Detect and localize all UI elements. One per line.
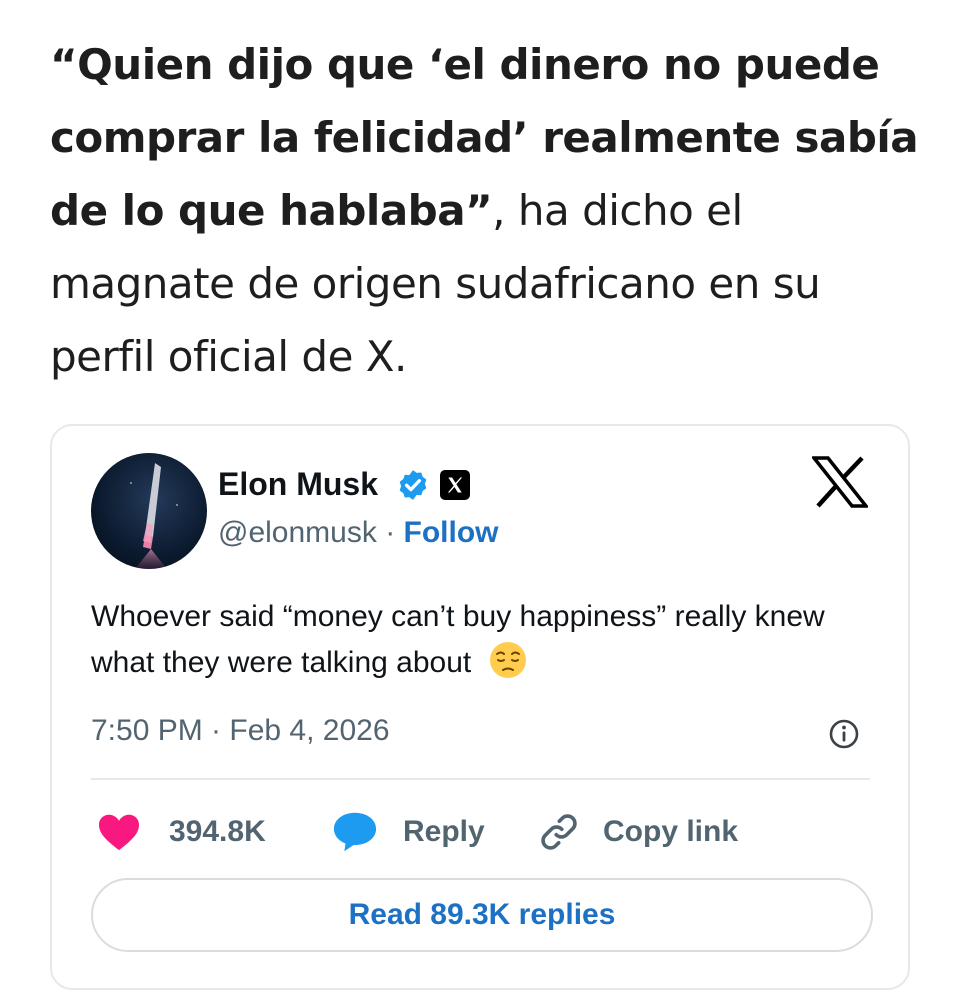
- x-affiliation-icon: [440, 470, 470, 500]
- speech-bubble-icon: [333, 812, 377, 852]
- pensive-face-icon: [489, 642, 526, 678]
- tweet-text-content: Whoever said “money can’t buy happiness”…: [91, 600, 825, 679]
- avatar[interactable]: [91, 453, 207, 569]
- reply-label: Reply: [403, 815, 485, 848]
- follow-link[interactable]: Follow: [404, 516, 499, 549]
- tweet-text: Whoever said “money can’t buy happiness”…: [91, 594, 881, 686]
- verified-badge-icon: [399, 470, 427, 500]
- author-name[interactable]: Elon Musk: [218, 466, 378, 503]
- separator: ·: [376, 516, 404, 549]
- article-quote: “Quien dijo que ‘el dinero no puede comp…: [50, 40, 919, 235]
- link-icon: [541, 814, 577, 850]
- tweet-timestamp[interactable]: 7:50 PM · Feb 4, 2026: [91, 714, 390, 748]
- x-logo-icon[interactable]: [812, 456, 868, 508]
- read-replies-button[interactable]: Read 89.3K replies: [91, 878, 873, 952]
- heart-icon: [99, 814, 139, 851]
- copy-link-label: Copy link: [603, 815, 739, 848]
- handle-row: @elonmusk · Follow: [218, 516, 499, 550]
- like-count: 394.8K: [169, 815, 266, 848]
- article-paragraph: “Quien dijo que ‘el dinero no puede comp…: [50, 28, 930, 393]
- tweet-actions: 394.8K Reply Copy link: [91, 810, 881, 854]
- author-handle[interactable]: @elonmusk: [218, 516, 377, 549]
- rocket-avatar-image: [130, 463, 178, 569]
- like-button[interactable]: 394.8K: [97, 810, 266, 854]
- info-icon[interactable]: [828, 718, 860, 750]
- reply-button[interactable]: Reply: [331, 810, 485, 854]
- divider: [91, 778, 870, 780]
- embedded-tweet-card[interactable]: Elon Musk @elonmusk · Follow Whoever sai…: [50, 424, 910, 990]
- copy-link-button[interactable]: Copy link: [537, 810, 738, 854]
